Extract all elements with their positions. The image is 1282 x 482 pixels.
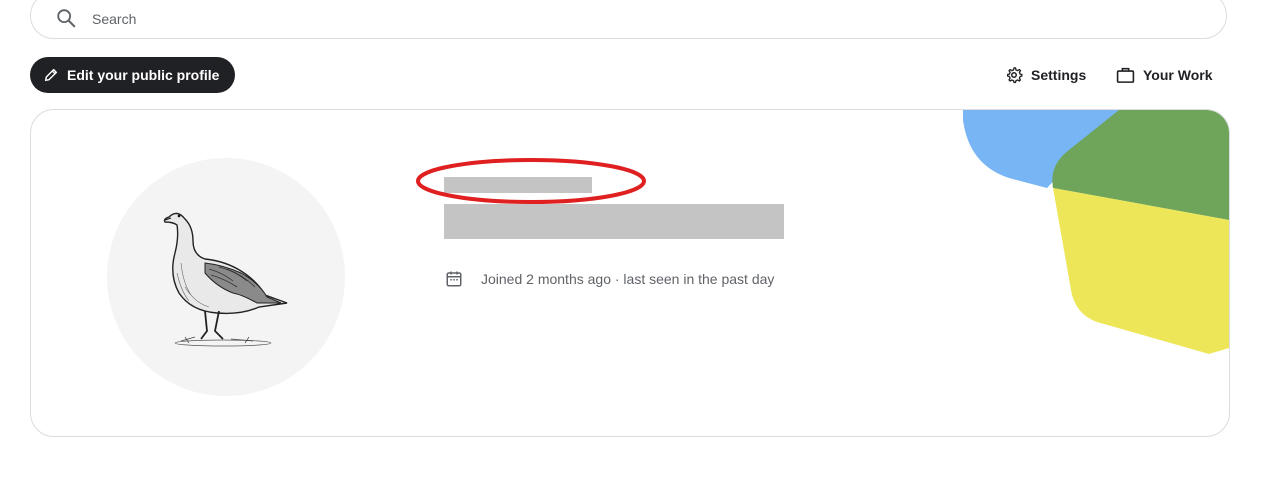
briefcase-icon xyxy=(1116,67,1135,83)
pencil-icon xyxy=(44,68,58,82)
decorative-shapes xyxy=(963,110,1229,354)
profile-page: Edit your public profile Settings Your W… xyxy=(0,0,1282,482)
edit-profile-button[interactable]: Edit your public profile xyxy=(30,57,236,93)
calendar-icon xyxy=(446,271,462,287)
joined-info: Joined 2 months ago · last seen in the p… xyxy=(445,270,774,288)
profile-card: Joined 2 months ago · last seen in the p… xyxy=(30,109,1230,437)
edit-profile-label: Edit your public profile xyxy=(67,67,220,83)
settings-label: Settings xyxy=(1031,67,1087,83)
your-work-label: Your Work xyxy=(1143,67,1213,83)
settings-button[interactable]: Settings xyxy=(1005,63,1086,87)
avatar xyxy=(107,158,345,396)
goose-icon xyxy=(163,212,288,347)
joined-text: Joined 2 months ago · last seen in the p… xyxy=(481,271,775,287)
search-icon xyxy=(57,9,76,28)
highlight-annotation xyxy=(416,158,646,204)
gear-icon xyxy=(1006,67,1023,84)
bio-redacted xyxy=(444,204,784,239)
search-bar[interactable] xyxy=(30,0,1227,39)
your-work-button[interactable]: Your Work xyxy=(1116,63,1213,87)
search-input[interactable] xyxy=(90,5,1194,33)
